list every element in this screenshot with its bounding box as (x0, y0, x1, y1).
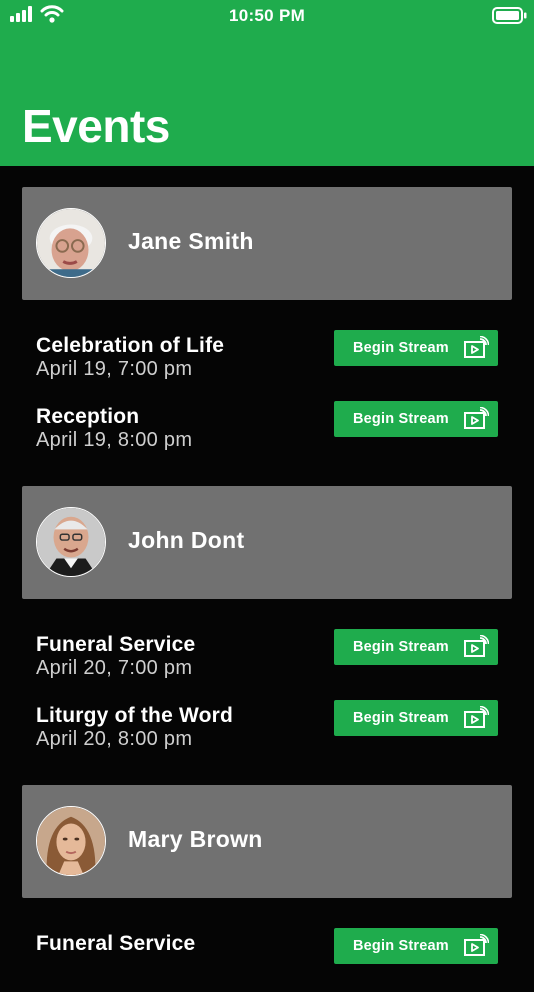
event-title: Funeral Service (36, 932, 196, 955)
app-header: 10:50 PM Events (0, 0, 534, 166)
cast-stream-icon (464, 934, 489, 956)
avatar (36, 507, 106, 577)
person-name: Mary Brown (128, 826, 263, 852)
begin-stream-label: Begin Stream (353, 639, 449, 655)
person-name: John Dont (128, 527, 245, 553)
battery-icon (492, 7, 527, 24)
begin-stream-button[interactable]: Begin Stream (334, 330, 498, 366)
event-time: April 19, 7:00 pm (36, 358, 193, 380)
cast-stream-icon (464, 336, 489, 358)
person-card[interactable]: John Dont (22, 486, 512, 599)
event-title: Liturgy of the Word (36, 704, 234, 727)
person-card[interactable]: Mary Brown (22, 785, 512, 898)
person-card[interactable]: Jane Smith (22, 187, 512, 300)
begin-stream-label: Begin Stream (353, 938, 449, 954)
event-title: Celebration of Life (36, 334, 225, 357)
event-title: Funeral Service (36, 633, 196, 656)
begin-stream-button[interactable]: Begin Stream (334, 928, 498, 964)
event-row: Liturgy of the Word April 20, 8:00 pm Be… (36, 700, 500, 764)
avatar (36, 806, 106, 876)
avatar (36, 208, 106, 278)
events-list[interactable]: Jane Smith Celebration of Life April 19,… (0, 166, 534, 964)
status-time: 10:50 PM (228, 6, 306, 25)
begin-stream-label: Begin Stream (353, 340, 449, 356)
event-row: Celebration of Life April 19, 7:00 pm Be… (36, 330, 500, 394)
cast-stream-icon (464, 635, 489, 657)
begin-stream-button[interactable]: Begin Stream (334, 629, 498, 665)
event-time: April 19, 8:00 pm (36, 429, 193, 451)
event-time: April 20, 7:00 pm (36, 657, 193, 679)
cast-stream-icon (464, 407, 489, 429)
status-bar: 10:50 PM (0, 0, 534, 34)
event-row: Funeral Service Begin Stream (36, 928, 500, 992)
event-row: Reception April 19, 8:00 pm Begin Stream (36, 401, 500, 465)
begin-stream-button[interactable]: Begin Stream (334, 700, 498, 736)
event-title: Reception (36, 405, 140, 428)
person-name: Jane Smith (128, 228, 254, 254)
cast-stream-icon (464, 706, 489, 728)
begin-stream-label: Begin Stream (353, 411, 449, 427)
event-row: Funeral Service April 20, 7:00 pm Begin … (36, 629, 500, 693)
begin-stream-label: Begin Stream (353, 710, 449, 726)
event-time: April 20, 8:00 pm (36, 728, 193, 750)
page-title: Events (22, 100, 170, 152)
begin-stream-button[interactable]: Begin Stream (334, 401, 498, 437)
